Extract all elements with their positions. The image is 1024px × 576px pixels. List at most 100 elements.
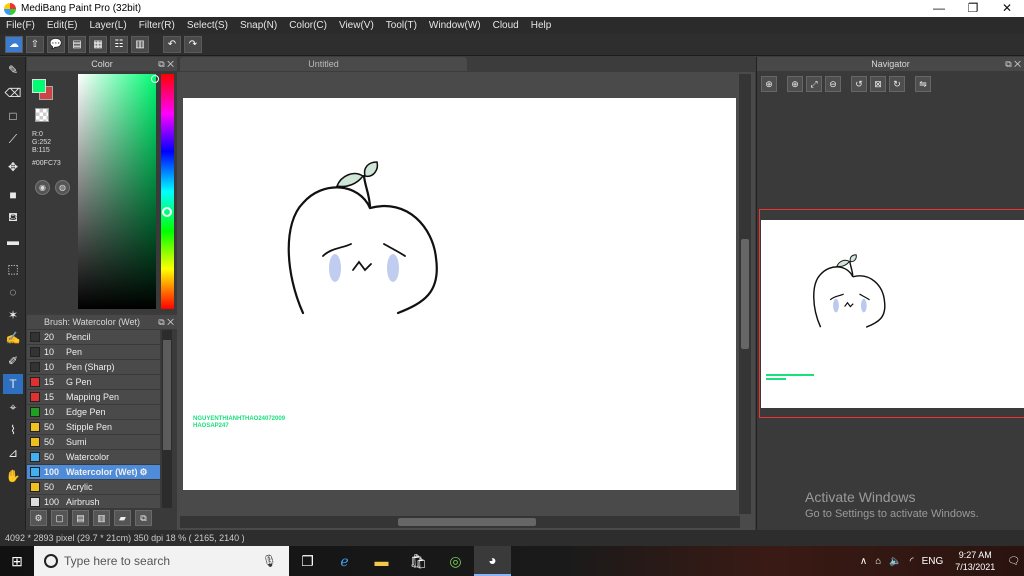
scrollbar-thumb[interactable] <box>741 239 749 349</box>
brush-properties-icon[interactable]: ▥ <box>93 510 110 526</box>
brush-list-item[interactable]: 50 Sumi <box>27 435 160 450</box>
gradient-tool-icon[interactable]: ▬ <box>3 231 23 251</box>
file-explorer-icon[interactable]: ▬ <box>363 546 400 576</box>
brush-settings-icon[interactable]: ⚙ <box>30 510 47 526</box>
zoom-fit-icon[interactable]: ⊕ <box>761 76 777 92</box>
fit-window-icon[interactable]: ⤢ <box>806 76 822 92</box>
upload-icon[interactable]: ⇧ <box>26 36 44 53</box>
line-tool-icon[interactable]: ⟋ <box>3 129 23 149</box>
panel-float-close-icon[interactable]: ⧉ ✕ <box>1005 57 1021 71</box>
drawing-canvas[interactable]: NGUYENTHIANHTHAO24072009 HAOSAP247 <box>183 98 736 490</box>
cloud-icon[interactable]: ☁ <box>5 36 23 53</box>
brush-list-item[interactable]: 50 Stipple Pen <box>27 420 160 435</box>
app-green-icon[interactable]: ◎ <box>437 546 474 576</box>
duplicate-brush-icon[interactable]: ⧉ <box>135 510 152 526</box>
list-icon[interactable]: ☷ <box>110 36 128 53</box>
reset-rotation-icon[interactable]: ⊠ <box>870 76 886 92</box>
menu-filter[interactable]: Filter(R) <box>133 20 181 31</box>
brush-list-item[interactable]: 50 Watercolor <box>27 450 160 465</box>
comment-icon[interactable]: 💬 <box>47 36 65 53</box>
edge-browser-icon[interactable]: ℯ <box>326 546 363 576</box>
saturation-value-picker[interactable] <box>78 74 156 309</box>
zoom-in-icon[interactable]: ⊕ <box>787 76 803 92</box>
menu-layer[interactable]: Layer(L) <box>83 20 132 31</box>
document-tab[interactable]: Untitled <box>180 57 467 71</box>
network-icon[interactable]: ⌂ <box>871 556 885 567</box>
menu-snap[interactable]: Snap(N) <box>234 20 283 31</box>
menu-window[interactable]: Window(W) <box>423 20 487 31</box>
color-wheel-icon[interactable]: ◍ <box>55 180 70 195</box>
brush-list-item[interactable]: 10 Pen (Sharp) <box>27 360 160 375</box>
minimize-button[interactable]: — <box>922 0 956 17</box>
medibang-app-icon[interactable]: ◕ <box>474 546 511 576</box>
brush-folder-icon[interactable]: ▰ <box>114 510 131 526</box>
windows-start-icon[interactable]: ⊞ <box>0 546 34 576</box>
menu-edit[interactable]: Edit(E) <box>41 20 84 31</box>
brush-list-item[interactable]: 10 Edge Pen <box>27 405 160 420</box>
hue-slider[interactable] <box>161 74 174 309</box>
taskbar-search-box[interactable]: Type here to search 🎙 <box>34 546 289 576</box>
panel-float-close-icon[interactable]: ⧉ ✕ <box>158 57 174 71</box>
magic-wand-tool-icon[interactable]: ✶ <box>3 305 23 325</box>
undo-icon[interactable]: ↶ <box>163 36 181 53</box>
eyedropper-tool-icon[interactable]: ⌇ <box>3 420 23 440</box>
operation-tool-icon[interactable]: ⌖ <box>3 397 23 417</box>
flip-horizontal-icon[interactable]: ⇋ <box>915 76 931 92</box>
brush-list-item[interactable]: 10 Pen <box>27 345 160 360</box>
canvas-horizontal-scrollbar[interactable] <box>180 516 740 528</box>
menu-tool[interactable]: Tool(T) <box>380 20 423 31</box>
wifi-icon[interactable]: ◜ <box>906 556 918 567</box>
task-view-icon[interactable]: ❐ <box>289 546 326 576</box>
brush-list-item[interactable]: 100 Airbrush <box>27 495 160 508</box>
select-eraser-tool-icon[interactable]: ✐ <box>3 351 23 371</box>
select-rect-tool-icon[interactable]: ⬚ <box>3 259 23 279</box>
brush-tool-icon[interactable]: ✎ <box>3 60 23 80</box>
document-icon[interactable]: ▦ <box>89 36 107 53</box>
menu-help[interactable]: Help <box>525 20 558 31</box>
move-tool-icon[interactable]: ✥ <box>3 157 23 177</box>
microphone-icon[interactable]: 🎙 <box>262 554 277 568</box>
bucket-tool-icon[interactable]: ⛾ <box>3 208 23 228</box>
brush-settings-gear-icon[interactable]: ⚙ <box>140 467 148 478</box>
scrollbar-thumb[interactable] <box>163 340 171 450</box>
show-hidden-icons-icon[interactable]: ∧ <box>856 556 871 567</box>
page-icon[interactable]: ▤ <box>68 36 86 53</box>
brush-list-item[interactable]: 50 Acrylic <box>27 480 160 495</box>
dropper-tool-icon[interactable]: ⊿ <box>3 443 23 463</box>
store-icon[interactable]: 🛍 <box>400 546 437 576</box>
restore-button[interactable]: ❐ <box>956 0 990 17</box>
hand-tool-icon[interactable]: ✋ <box>3 466 23 486</box>
menu-select[interactable]: Select(S) <box>181 20 234 31</box>
palette-icon[interactable]: ◉ <box>35 180 50 195</box>
rotate-right-icon[interactable]: ↻ <box>889 76 905 92</box>
select-pen-tool-icon[interactable]: ✍ <box>3 328 23 348</box>
menu-view[interactable]: View(V) <box>333 20 380 31</box>
language-indicator[interactable]: ENG <box>918 556 948 567</box>
brush-list-scrollbar[interactable] <box>162 330 172 508</box>
rotate-left-icon[interactable]: ↺ <box>851 76 867 92</box>
zoom-out-icon[interactable]: ⊖ <box>825 76 841 92</box>
rectangle-tool-icon[interactable]: □ <box>3 106 23 126</box>
new-brush-icon[interactable]: ▢ <box>51 510 68 526</box>
foreground-color-swatch[interactable] <box>32 79 46 93</box>
menu-color[interactable]: Color(C) <box>283 20 333 31</box>
panel-float-close-icon[interactable]: ⧉ ✕ <box>158 315 174 329</box>
fill-rect-tool-icon[interactable]: ■ <box>3 185 23 205</box>
close-button[interactable]: ✕ <box>990 0 1024 17</box>
redo-icon[interactable]: ↷ <box>184 36 202 53</box>
sv-picker-cursor[interactable] <box>151 75 159 83</box>
text-tool-icon[interactable]: T <box>3 374 23 394</box>
transparent-color-swatch[interactable] <box>35 108 49 122</box>
eraser-tool-icon[interactable]: ⌫ <box>3 83 23 103</box>
brush-list-item[interactable]: 15 Mapping Pen <box>27 390 160 405</box>
clock[interactable]: 9:27 AM 7/13/2021 <box>947 549 1003 573</box>
navigator-viewport[interactable] <box>759 209 1024 418</box>
brush-list-item[interactable]: 100 Watercolor (Wet) ⚙ <box>27 465 160 480</box>
lasso-tool-icon[interactable]: ◌ <box>3 282 23 302</box>
brush-list-item[interactable]: 20 Pencil <box>27 330 160 345</box>
menu-cloud[interactable]: Cloud <box>487 20 525 31</box>
notification-icon[interactable]: 🗨 <box>1003 556 1024 567</box>
grid-icon[interactable]: ▥ <box>131 36 149 53</box>
scrollbar-thumb[interactable] <box>398 518 536 526</box>
add-brush-icon[interactable]: ▤ <box>72 510 89 526</box>
